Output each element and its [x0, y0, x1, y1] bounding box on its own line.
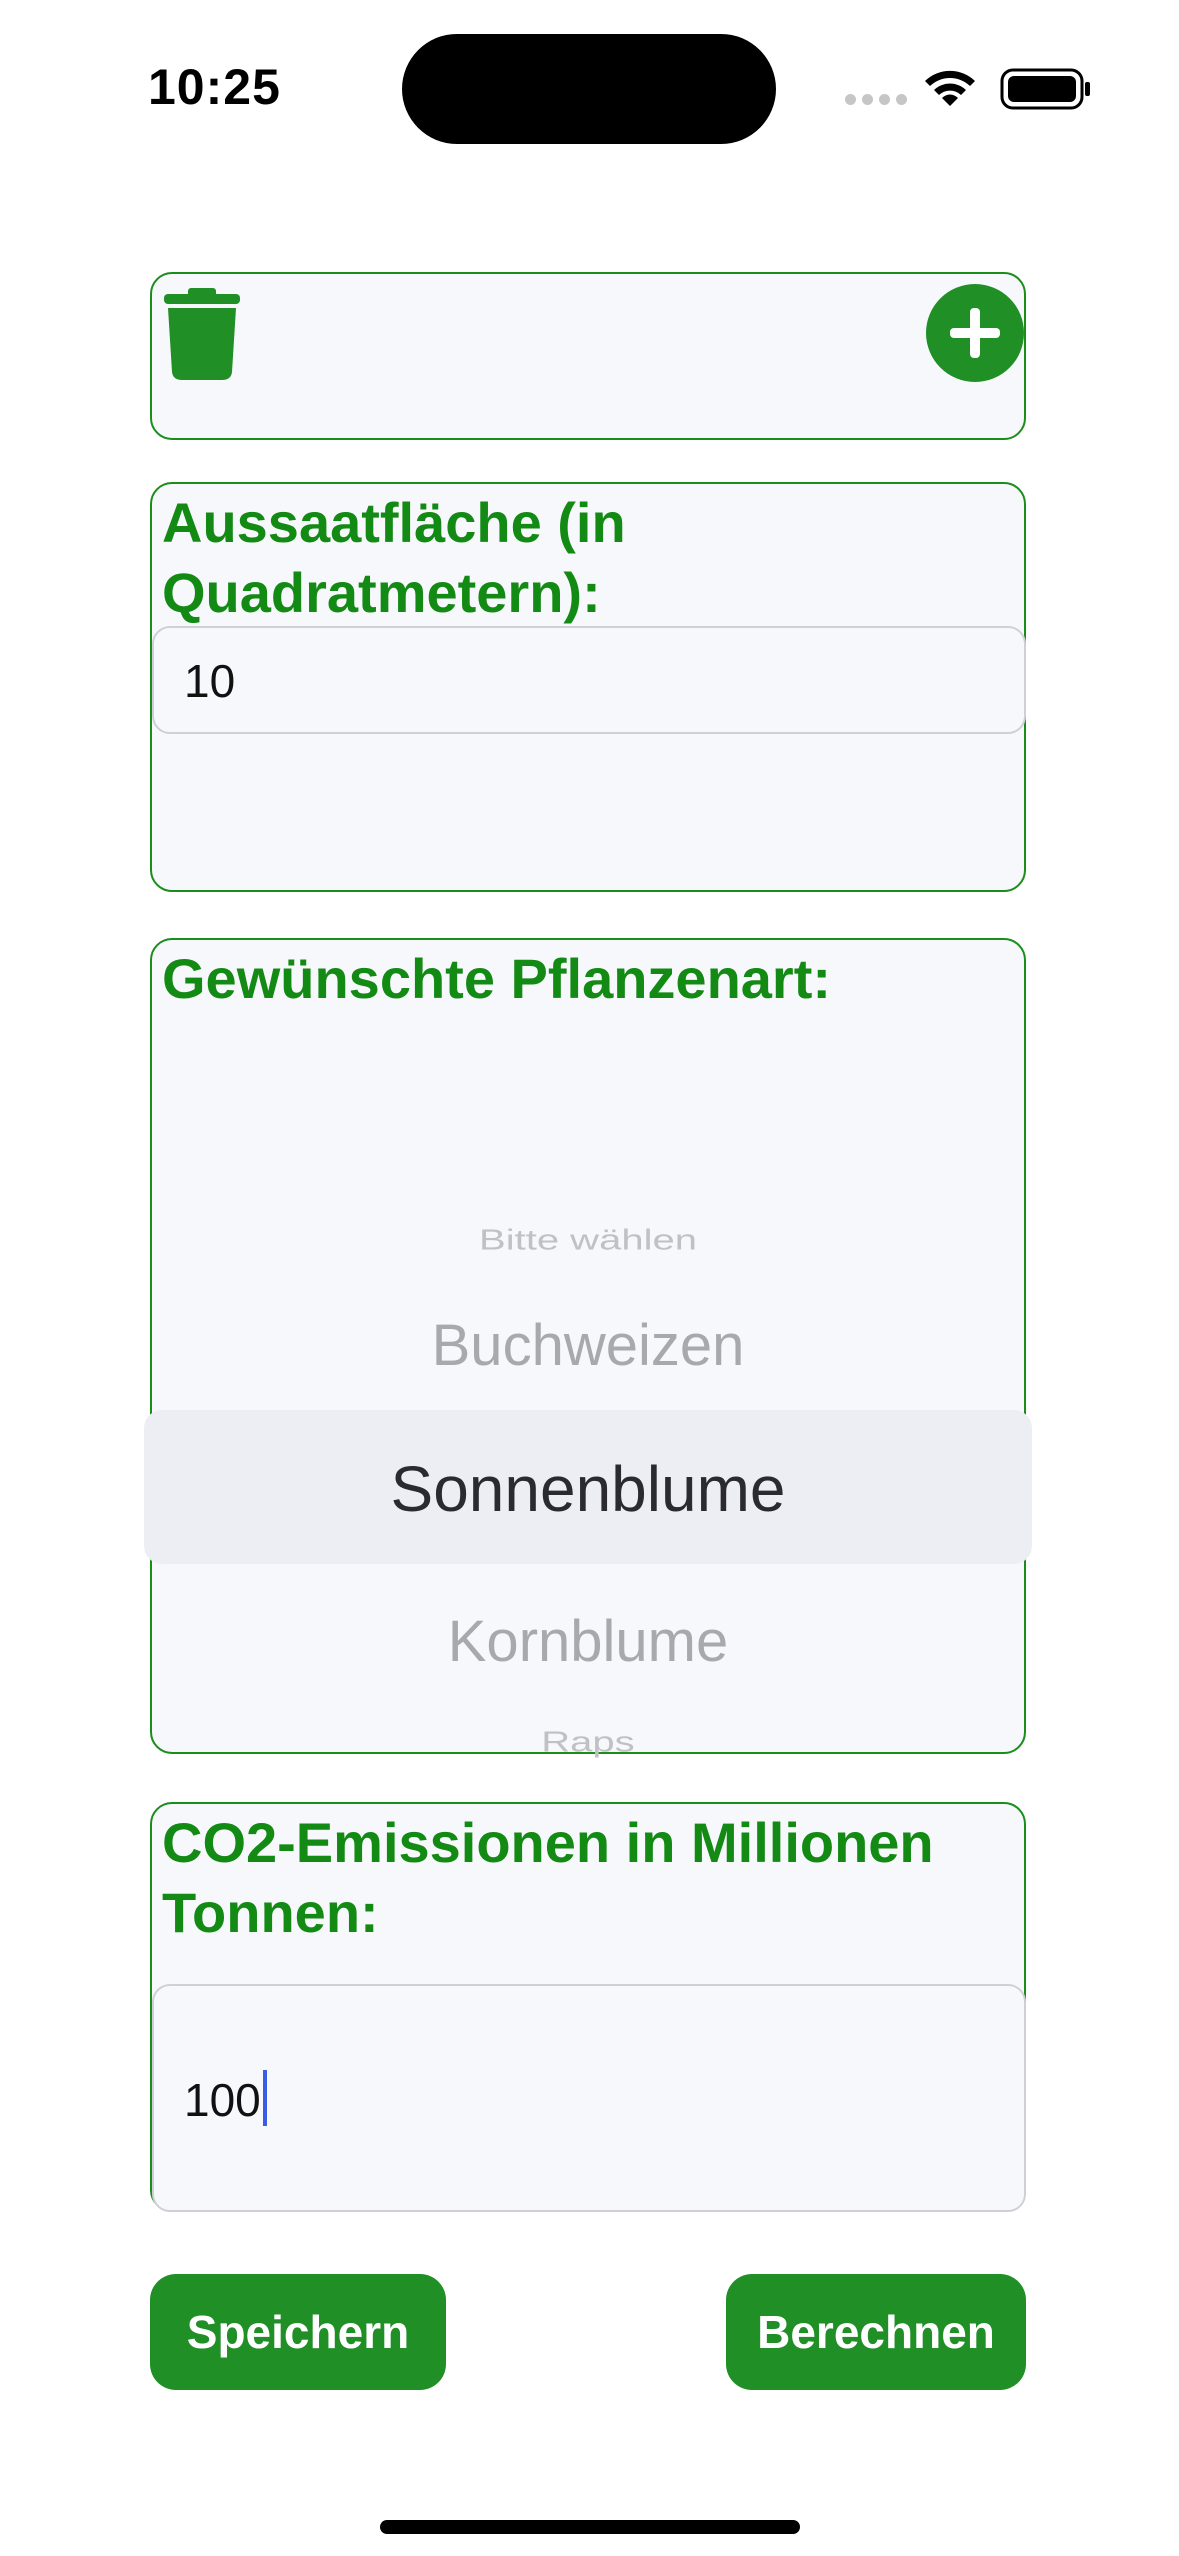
picker-option[interactable]: Buchweizen: [152, 1312, 1024, 1379]
co2-label: CO2-Emissionen in Millionen Tonnen:: [162, 1811, 934, 1944]
save-button[interactable]: Speichern: [150, 2274, 446, 2390]
area-input-value: 10: [184, 655, 236, 707]
dynamic-island: [402, 34, 776, 144]
add-button[interactable]: [926, 284, 1024, 382]
picker-option-selected[interactable]: Sonnenblume: [152, 1452, 1024, 1526]
area-input[interactable]: 10: [152, 626, 1026, 734]
text-cursor: [262, 2070, 267, 2126]
trash-icon[interactable]: [164, 288, 240, 380]
plant-picker[interactable]: Bitte wählen Buchweizen Sonnenblume Korn…: [144, 1060, 1032, 1758]
battery-icon: [1000, 68, 1090, 110]
co2-input-text: 100: [184, 2070, 267, 2127]
cellular-signal-icon: [845, 94, 907, 106]
home-indicator[interactable]: [380, 2520, 800, 2534]
status-bar: 10:25: [0, 0, 1179, 150]
co2-input-value: 100: [184, 2074, 261, 2126]
plant-label: Gewünschte Pflanzenart:: [162, 947, 832, 1010]
plant-card: Gewünschte Pflanzenart: Bitte wählen Buc…: [144, 938, 1032, 1758]
calculate-button[interactable]: Berechnen: [726, 2274, 1026, 2390]
area-card: Aussaatfläche (in Quadratmetern): 10: [150, 482, 1026, 892]
picker-option[interactable]: Bitte wählen: [152, 1224, 1024, 1256]
action-toolbar: [150, 272, 1026, 440]
picker-option[interactable]: Raps: [152, 1726, 1024, 1758]
status-time: 10:25: [148, 59, 281, 115]
co2-input[interactable]: 100: [152, 1984, 1026, 2212]
area-label: Aussaatfläche (in Quadratmetern):: [162, 491, 626, 624]
co2-card: CO2-Emissionen in Millionen Tonnen: 100: [150, 1802, 1026, 2212]
wifi-icon: [925, 70, 975, 106]
picker-option[interactable]: Kornblume: [152, 1608, 1024, 1675]
